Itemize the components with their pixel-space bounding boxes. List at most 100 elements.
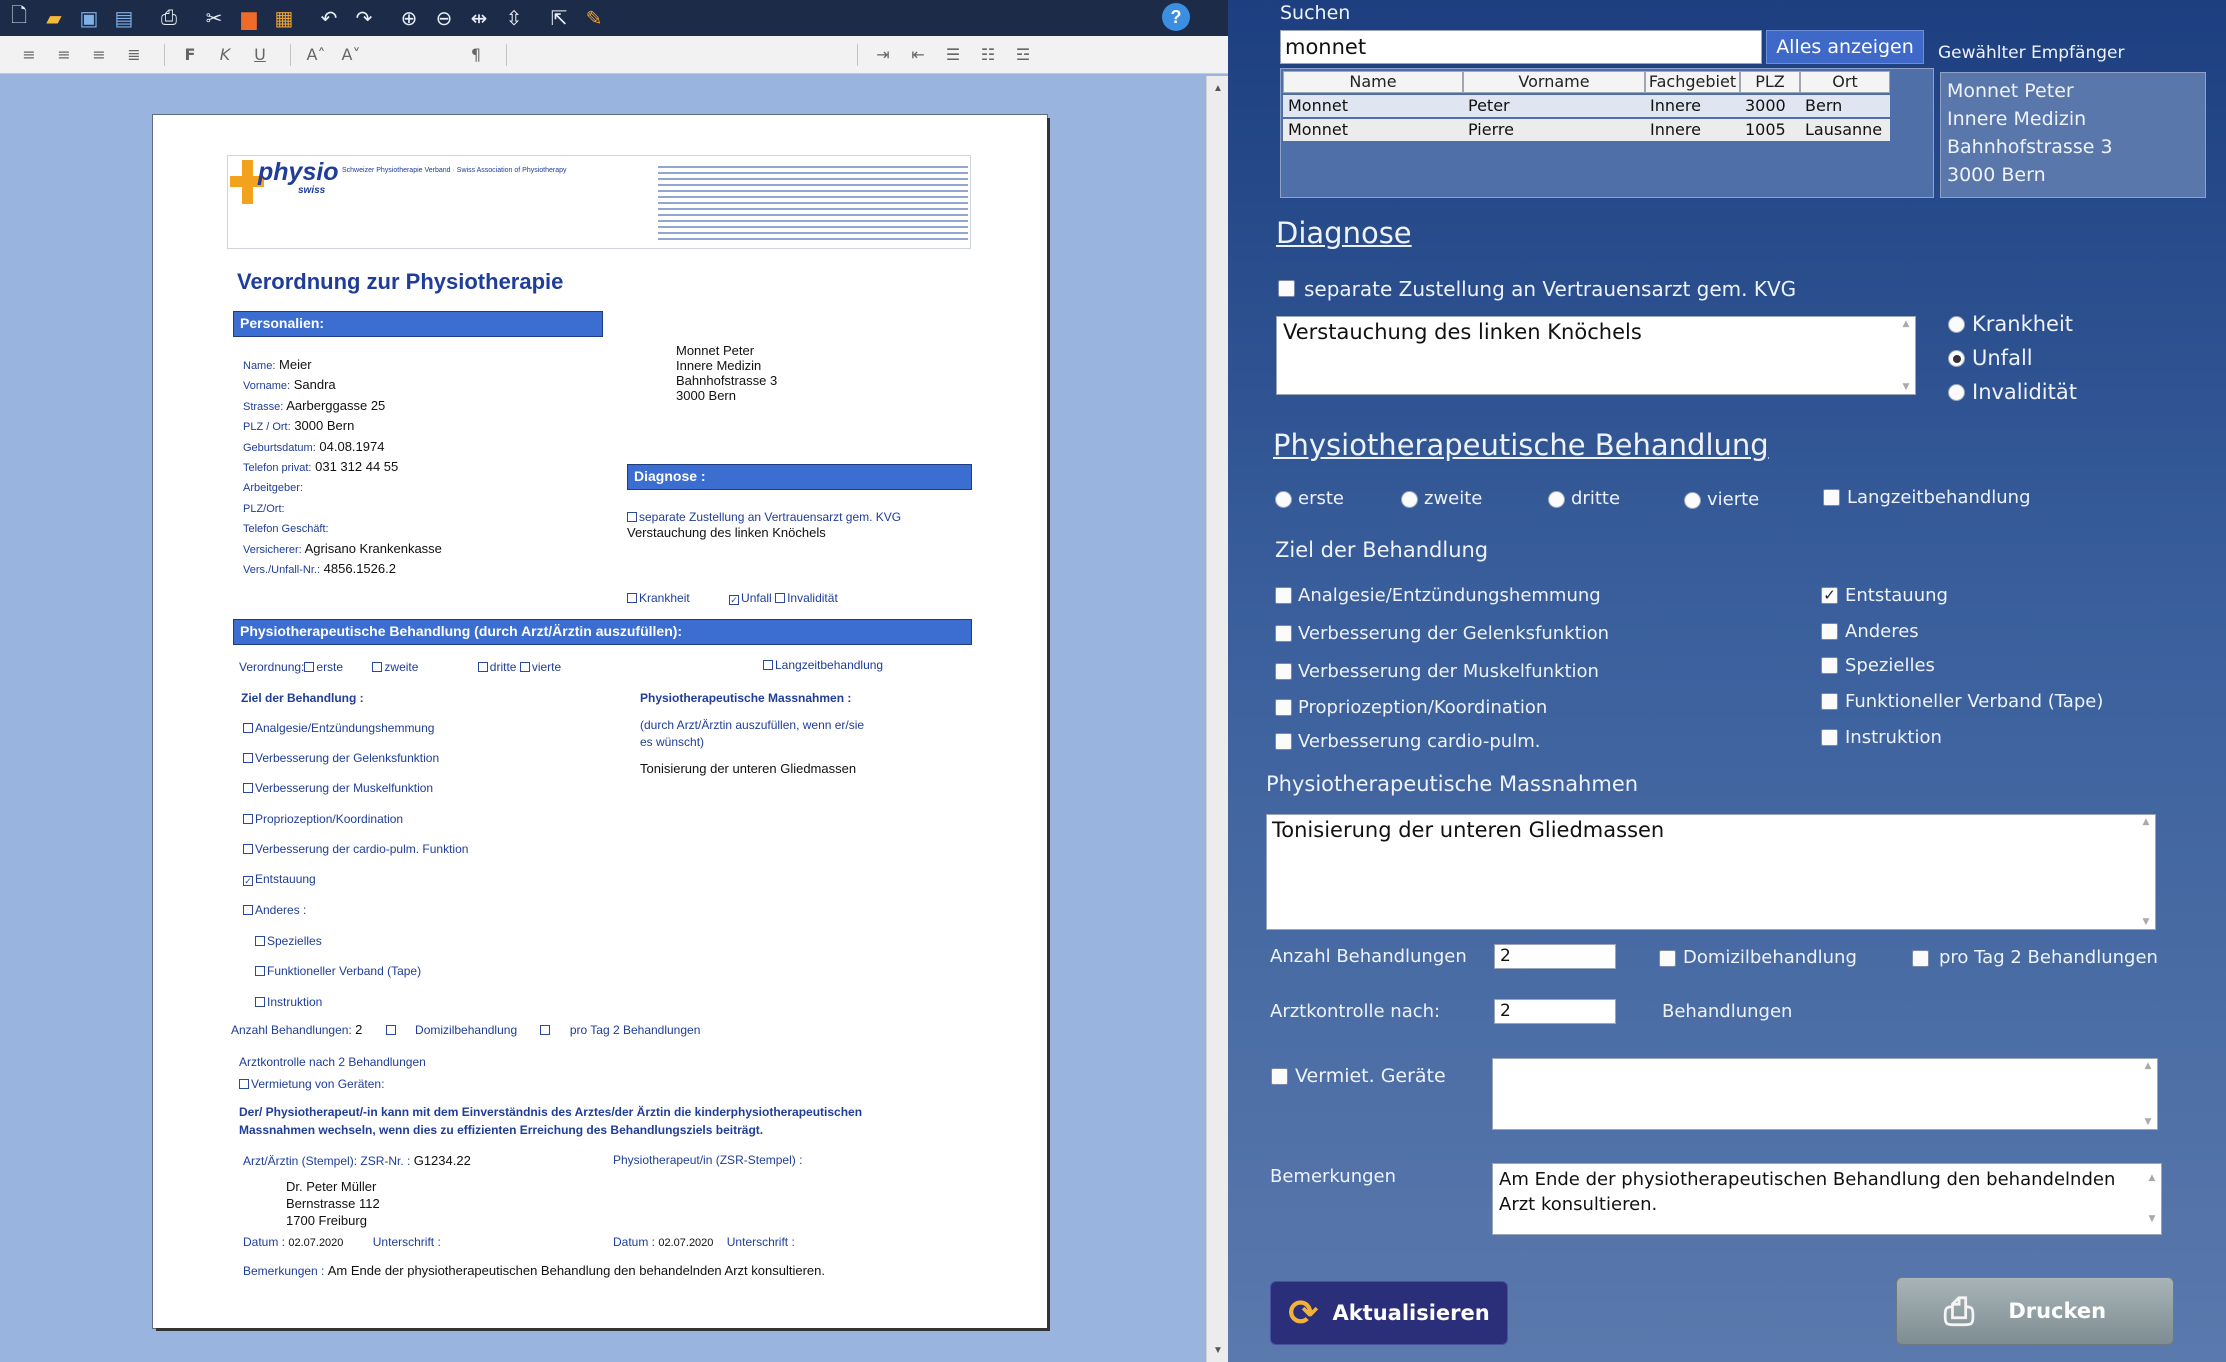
recipient-box-line: 3000 Bern (1947, 164, 2046, 186)
col-header[interactable]: Vorname (1463, 71, 1645, 93)
ziel-checkbox[interactable] (1821, 693, 1838, 710)
save-all-icon[interactable]: ▤ (109, 3, 139, 33)
col-header[interactable]: Name (1283, 71, 1463, 93)
separate-checkbox[interactable] (1278, 280, 1295, 297)
table-row[interactable]: Monnet Peter Innere 3000 Bern (1283, 95, 1890, 117)
font-shrink-button[interactable]: A˅ (336, 40, 366, 70)
vermiet-checkbox[interactable] (1271, 1068, 1288, 1085)
ziel-checkbox[interactable] (1275, 733, 1292, 750)
arztkontrolle-input[interactable]: 2 (1494, 999, 1616, 1024)
doc-ziel-checkbox (255, 966, 265, 976)
radio-zweite[interactable] (1401, 491, 1418, 508)
search-input[interactable]: monnet (1280, 30, 1762, 64)
doc-personal-label: Geburtsdatum: (243, 441, 316, 454)
justify-icon[interactable]: ≣ (119, 40, 149, 70)
indent-decrease-icon[interactable]: ⇤ (903, 40, 933, 70)
col-header[interactable]: Ort (1800, 71, 1890, 93)
print-icon[interactable]: ⎙ (154, 3, 184, 33)
refresh-icon: ⟳ (1288, 1292, 1319, 1334)
radio-erste[interactable] (1275, 491, 1292, 508)
ziel-checkbox[interactable] (1821, 657, 1838, 674)
printer-icon: ⎙ (1943, 1288, 1975, 1333)
zoom-in-icon[interactable]: ⊕ (394, 3, 424, 33)
doc-protag-label: pro Tag 2 Behandlungen (569, 1023, 701, 1037)
bold-button[interactable]: F (175, 40, 205, 70)
textarea-scrollbar[interactable]: ▲ ▼ (2139, 817, 2153, 927)
bemerkungen-textarea[interactable]: Am Ende der physiotherapeutischen Behand… (1492, 1163, 2162, 1235)
save-icon[interactable]: ▣ (74, 3, 104, 33)
new-file-icon[interactable]: 🗋 (4, 3, 34, 33)
textarea-scrollbar[interactable]: ▲ ▼ (1899, 319, 1913, 392)
diagnose-textarea[interactable]: Verstauchung des linken Knöchels ▲ ▼ (1276, 316, 1916, 395)
vierte-label: vierte (1707, 489, 1760, 510)
underline-button[interactable]: U (245, 40, 275, 70)
ziel-checkbox[interactable] (1821, 623, 1838, 640)
doc-ziel-checkbox (243, 753, 253, 763)
align-left-icon[interactable]: ≡ (14, 40, 44, 70)
help-icon[interactable]: ? (1162, 3, 1190, 31)
ziel-checkbox[interactable] (1275, 587, 1292, 604)
col-header[interactable]: PLZ (1740, 71, 1800, 93)
indent-increase-icon[interactable]: ⇥ (868, 40, 898, 70)
ziel-checkbox[interactable] (1275, 699, 1292, 716)
ziel-checkbox[interactable] (1821, 729, 1838, 746)
export-icon[interactable]: ⇱ (544, 3, 574, 33)
toolbar-separator (290, 43, 291, 66)
ziel-checkbox[interactable] (1275, 663, 1292, 680)
doc-massnahmen-hint: es wünscht) (640, 735, 705, 749)
pen-icon[interactable]: ✎ (579, 3, 609, 33)
numbered-list-icon[interactable]: ☷ (973, 40, 1003, 70)
radio-krankheit[interactable] (1948, 316, 1965, 333)
doc-invaliditaet-label: Invalidität (787, 591, 838, 605)
align-right-icon[interactable]: ≡ (84, 40, 114, 70)
fit-width-icon[interactable]: ⇹ (464, 3, 494, 33)
undo-icon[interactable]: ↶ (314, 3, 344, 33)
textarea-scrollbar[interactable]: ▲ ▼ (2141, 1061, 2155, 1127)
radio-vierte[interactable] (1684, 492, 1701, 509)
open-folder-icon[interactable]: ▰ (39, 3, 69, 33)
radio-dritte[interactable] (1548, 491, 1565, 508)
ziel-checkbox[interactable]: ✓ (1821, 587, 1838, 604)
radio-invaliditaet[interactable] (1948, 384, 1965, 401)
document-page[interactable]: physio swiss Schweizer Physiotherapie Ve… (153, 115, 1047, 1328)
anzahl-input[interactable]: 2 (1494, 944, 1616, 969)
langzeit-checkbox[interactable] (1823, 489, 1840, 506)
align-center-icon[interactable]: ≡ (49, 40, 79, 70)
doc-personal-label: PLZ / Ort: (243, 421, 291, 434)
paste-icon[interactable]: ▦ (269, 3, 299, 33)
massnahmen-textarea[interactable]: Tonisierung der unteren Gliedmassen ▲ ▼ (1266, 814, 2156, 930)
protag-checkbox[interactable] (1912, 950, 1929, 967)
ziel-label: Verbesserung der Gelenksfunktion (1298, 623, 1610, 644)
pilcrow-button[interactable]: ¶ (461, 40, 491, 70)
vermiet-textarea[interactable]: ▲ ▼ (1492, 1058, 2158, 1130)
fit-height-icon[interactable]: ⇳ (499, 3, 529, 33)
zoom-out-icon[interactable]: ⊖ (429, 3, 459, 33)
show-all-button[interactable]: Alles anzeigen (1766, 30, 1924, 64)
document-scrollbar[interactable]: ▲ ▼ (1206, 76, 1228, 1362)
copy-icon[interactable]: ▆ (234, 3, 264, 33)
arztkontrolle-label: Arztkontrolle nach: (1270, 1001, 1441, 1022)
doc-personal-row: PLZ / Ort: 3000 Bern (243, 418, 354, 433)
doc-personal-row: Telefon privat: 031 312 44 55 (243, 459, 398, 474)
recipient-table[interactable]: Name Vorname Fachgebiet PLZ Ort Monnet P… (1280, 68, 1934, 198)
doc-datum-label: Datum : (613, 1235, 656, 1249)
domizil-checkbox[interactable] (1659, 950, 1676, 967)
doc-personal-row: Geburtsdatum: 04.08.1974 (243, 439, 384, 454)
scroll-down-icon[interactable]: ▼ (1207, 1340, 1228, 1360)
textarea-scrollbar[interactable]: ▲ ▼ (2145, 1166, 2159, 1232)
scroll-up-icon[interactable]: ▲ (1207, 78, 1228, 98)
doc-personal-label: Strasse: (243, 400, 284, 413)
bullet-list-icon[interactable]: ☰ (938, 40, 968, 70)
drucken-button[interactable]: ⎙ Drucken (1896, 1277, 2174, 1345)
redo-icon[interactable]: ↷ (349, 3, 379, 33)
table-row[interactable]: Monnet Pierre Innere 1005 Lausanne (1283, 119, 1890, 141)
col-header[interactable]: Fachgebiet (1645, 71, 1740, 93)
list-level-icon[interactable]: ☲ (1008, 40, 1038, 70)
ziel-checkbox[interactable] (1275, 625, 1292, 642)
italic-button[interactable]: K (210, 40, 240, 70)
unfall-label: Unfall (1972, 346, 2033, 370)
radio-unfall[interactable] (1948, 350, 1965, 367)
font-grow-button[interactable]: A˄ (301, 40, 331, 70)
aktualisieren-button[interactable]: ⟳ Aktualisieren (1270, 1281, 1508, 1345)
cut-icon[interactable]: ✂ (199, 3, 229, 33)
